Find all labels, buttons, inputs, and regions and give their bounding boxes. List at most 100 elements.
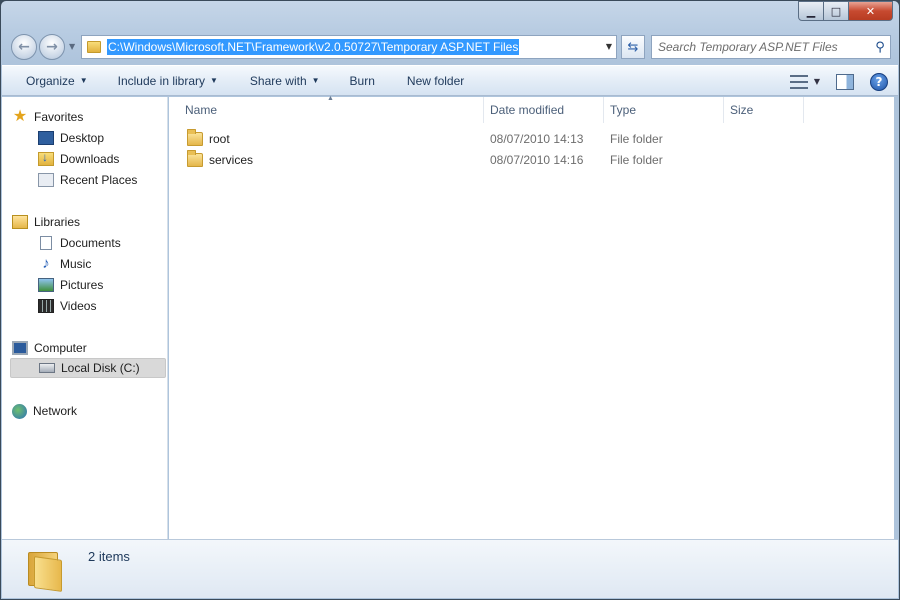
column-size[interactable]: Size	[724, 97, 804, 123]
sort-ascending-icon: ▲	[327, 95, 334, 102]
command-bar: Organize ▼ Include in library ▼ Share with…	[2, 65, 898, 96]
file-date: 08/07/2010 14:16	[490, 152, 584, 167]
videos-icon	[38, 299, 54, 313]
nav-pictures[interactable]: Pictures	[38, 275, 103, 295]
file-type: File folder	[610, 131, 663, 146]
nav-libraries[interactable]: Libraries	[12, 212, 80, 232]
change-view-icon[interactable]	[789, 74, 808, 89]
nav-favorites[interactable]: ★ Favorites	[12, 107, 84, 127]
nav-desktop[interactable]: Desktop	[38, 128, 104, 148]
file-list: ▲ Name Date modified Type Size root 08/0…	[169, 95, 894, 539]
nav-documents[interactable]: Documents	[38, 233, 121, 253]
search-icon[interactable]: ⚲	[870, 40, 890, 55]
large-folder-icon	[26, 550, 64, 592]
nav-local-disk-c[interactable]: Local Disk (C:)	[10, 358, 166, 378]
column-date-modified[interactable]: Date modified	[484, 97, 604, 123]
nav-music[interactable]: ♪ Music	[38, 254, 91, 274]
recent-places-icon	[38, 173, 54, 187]
new-folder-label: New folder	[406, 73, 465, 88]
column-name[interactable]: ▲ Name	[169, 95, 484, 123]
file-date: 08/07/2010 14:13	[490, 131, 584, 146]
item-count: 2 items	[88, 549, 130, 564]
view-options-dropdown[interactable]: ▼	[814, 77, 820, 86]
nav-documents-label: Documents	[60, 236, 121, 250]
column-name-label: Name	[185, 103, 218, 117]
file-row[interactable]: root 08/07/2010 14:13 File folder	[169, 128, 894, 149]
folder-icon	[187, 128, 203, 146]
nav-pictures-label: Pictures	[60, 278, 104, 292]
nav-desktop-label: Desktop	[60, 131, 105, 145]
nav-recent-places-label: Recent Places	[60, 173, 138, 187]
address-bar[interactable]: C:\Windows\Microsoft.NET\Framework\v2.0.…	[81, 35, 617, 59]
toolbar-right: ▼ ?	[789, 66, 888, 97]
address-dropdown-icon[interactable]: ▼	[606, 42, 612, 51]
file-name-cell: services	[169, 149, 484, 167]
file-row[interactable]: services 08/07/2010 14:16 File folder	[169, 149, 894, 170]
file-name: root	[209, 131, 230, 146]
music-icon: ♪	[42, 255, 50, 272]
file-name-cell: root	[169, 128, 484, 146]
libraries-icon	[12, 215, 28, 229]
details-pane: 2 items	[2, 539, 898, 598]
nav-recent-places[interactable]: Recent Places	[38, 170, 137, 190]
organize-label: Organize	[26, 73, 75, 88]
nav-local-disk-label: Local Disk (C:)	[61, 361, 140, 375]
explorer-window: ▁ □ ✕ ← → ▼ C:\Windows\Microsoft.NET\Fra…	[0, 0, 900, 600]
maximize-button[interactable]: □	[824, 1, 849, 21]
column-date-label: Date modified	[490, 103, 565, 117]
chevron-down-icon: ▼	[311, 76, 320, 85]
chevron-down-icon: ▼	[79, 76, 88, 85]
minimize-button[interactable]: ▁	[798, 1, 824, 21]
burn-button[interactable]: Burn	[330, 65, 385, 96]
organize-button[interactable]: Organize ▼	[2, 65, 98, 96]
preview-pane-icon[interactable]	[836, 73, 854, 90]
share-with-label: Share with	[249, 73, 307, 88]
refresh-icon: ⇆	[627, 39, 639, 55]
column-type-label: Type	[610, 103, 637, 117]
nav-videos[interactable]: Videos	[38, 296, 96, 316]
include-in-library-label: Include in library	[117, 73, 205, 88]
include-in-library-button[interactable]: Include in library ▼	[98, 65, 228, 96]
search-box[interactable]: Search Temporary ASP.NET Files ⚲	[651, 35, 891, 59]
nav-videos-label: Videos	[60, 299, 97, 313]
star-icon: ★	[12, 108, 28, 125]
forward-arrow-icon: →	[46, 39, 58, 55]
nav-network[interactable]: Network	[12, 401, 77, 421]
nav-libraries-label: Libraries	[34, 215, 81, 229]
file-type: File folder	[610, 152, 663, 167]
network-icon	[12, 403, 27, 419]
file-rows: root 08/07/2010 14:13 File folder servic…	[169, 128, 894, 170]
documents-icon	[40, 236, 52, 250]
close-button[interactable]: ✕	[849, 1, 893, 21]
nav-music-label: Music	[60, 257, 92, 271]
recent-pages-dropdown[interactable]: ▼	[69, 42, 75, 51]
caption-buttons: ▁ □ ✕	[798, 1, 893, 21]
column-type[interactable]: Type	[604, 97, 724, 123]
back-button[interactable]: ←	[11, 34, 37, 60]
file-name: services	[209, 152, 254, 167]
burn-label: Burn	[349, 73, 375, 88]
refresh-button[interactable]: ⇆	[621, 35, 645, 59]
forward-button[interactable]: →	[39, 34, 65, 60]
column-size-label: Size	[730, 103, 754, 117]
nav-computer[interactable]: Computer	[12, 338, 87, 358]
address-path[interactable]: C:\Windows\Microsoft.NET\Framework\v2.0.…	[107, 39, 520, 55]
desktop-icon	[38, 131, 54, 145]
address-row: ← → ▼ C:\Windows\Microsoft.NET\Framework…	[9, 33, 891, 61]
nav-downloads-label: Downloads	[60, 152, 120, 166]
folder-icon	[187, 149, 203, 167]
column-header: ▲ Name Date modified Type Size	[169, 95, 894, 123]
new-folder-button[interactable]: New folder	[385, 65, 474, 96]
nav-downloads[interactable]: Downloads	[38, 149, 119, 169]
nav-computer-label: Computer	[34, 341, 87, 355]
help-icon[interactable]: ?	[870, 72, 888, 91]
computer-icon	[12, 341, 28, 355]
chevron-down-icon: ▼	[210, 76, 218, 85]
nav-network-label: Network	[33, 404, 78, 418]
nav-favorites-label: Favorites	[34, 110, 84, 124]
local-disk-icon	[39, 363, 55, 373]
share-with-button[interactable]: Share with ▼	[228, 65, 330, 96]
pictures-icon	[38, 278, 54, 292]
navigation-pane: ★ Favorites Desktop Downloads Recent Pla…	[2, 97, 168, 539]
search-input[interactable]: Search Temporary ASP.NET Files	[658, 40, 870, 54]
